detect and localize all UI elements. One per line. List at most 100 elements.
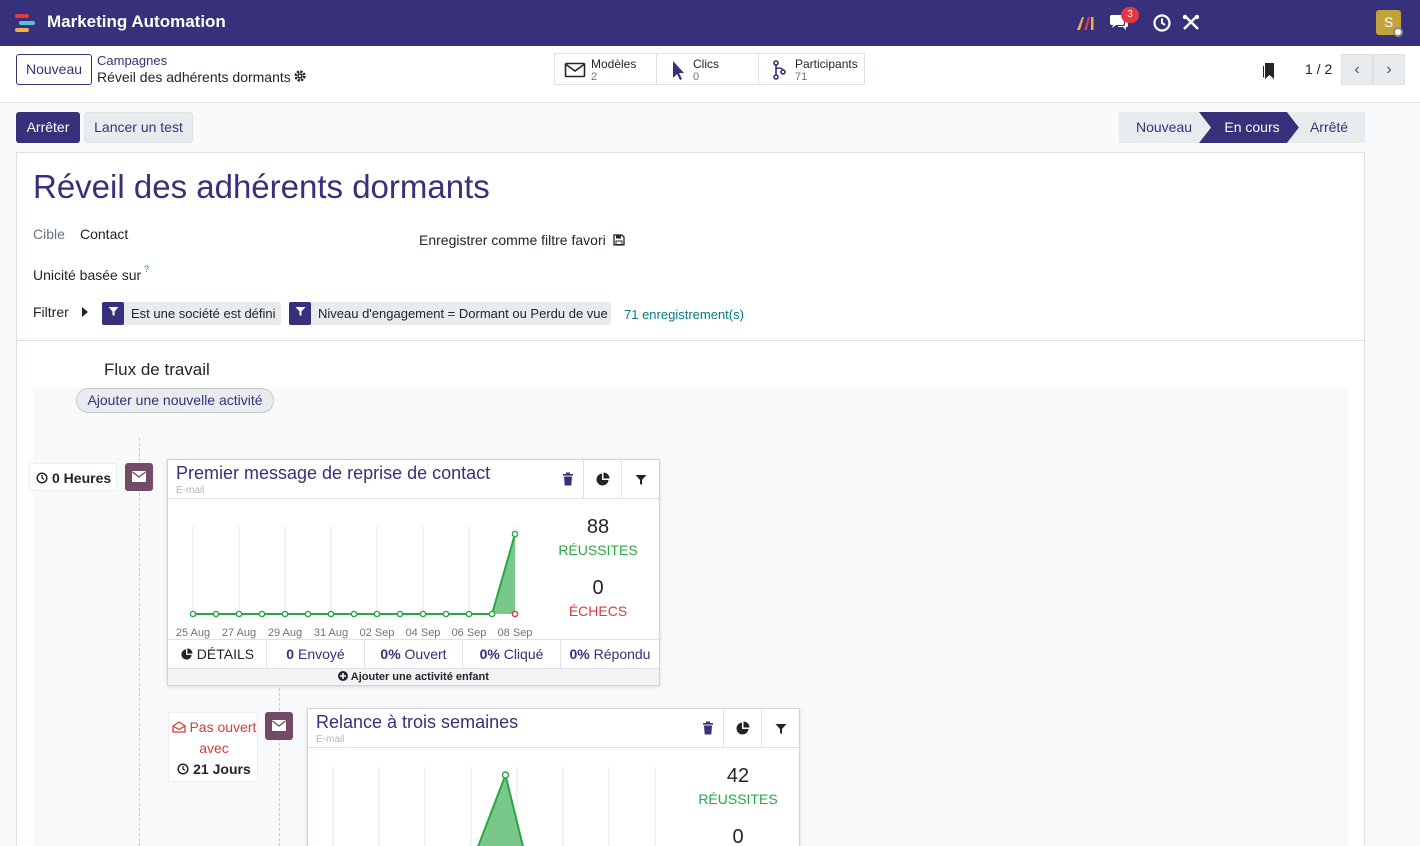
target-value[interactable]: Contact <box>80 226 128 242</box>
stop-button[interactable]: Arrêter <box>16 112 80 143</box>
success-label[interactable]: RÉUSSITES <box>548 542 648 558</box>
statistics-button[interactable] <box>723 709 761 748</box>
x-tick-label: 31 Aug <box>314 627 348 639</box>
data-point <box>373 610 381 618</box>
presence-indicator <box>1393 27 1403 37</box>
smart-button-label: Modèles <box>591 57 637 71</box>
success-label[interactable]: RÉUSSITES <box>688 791 788 807</box>
campaign-title[interactable]: Réveil des adhérents dormants <box>33 168 490 206</box>
smart-button-participants[interactable]: Participants 71 <box>758 53 865 85</box>
x-tick-label: 08 Sep <box>498 627 533 639</box>
activity-title[interactable]: Premier message de reprise de contact <box>176 463 490 484</box>
cursor-icon <box>673 61 684 80</box>
activity-card: Premier message de reprise de contact E-… <box>167 459 660 686</box>
stage-label-in-progress[interactable]: En cours <box>1209 112 1295 143</box>
statistics-button[interactable] <box>583 460 621 499</box>
floppy-disk-icon <box>612 234 625 246</box>
envelope-icon <box>564 62 586 78</box>
series-area <box>478 775 523 846</box>
metric-replied[interactable]: 0% Répondu <box>560 640 659 668</box>
app-title[interactable]: Marketing Automation <box>47 12 226 32</box>
activity-card-header: Relance à trois semaines E-mail <box>308 709 799 748</box>
pager-next-button[interactable]: › <box>1373 54 1405 85</box>
trigger-timing-value: 0 Heures <box>52 470 112 486</box>
data-point <box>281 610 289 618</box>
records-count-link[interactable]: 71 enregistrement(s) <box>624 307 744 322</box>
activity-card: Relance à trois semaines E-mail 42 RÉUSS… <box>307 708 800 846</box>
trigger-condition: Pas ouvert <box>189 719 257 735</box>
pie-chart-icon <box>596 472 610 486</box>
gear-icon[interactable] <box>293 69 307 83</box>
pager-value[interactable]: 1 / 2 <box>1305 61 1332 77</box>
envelope-open-icon <box>171 721 186 733</box>
filter-chip-engagement[interactable]: Niveau d'engagement = Dormant ou Perdu d… <box>289 302 611 325</box>
data-point <box>304 610 312 618</box>
tools-icon[interactable] <box>1180 12 1202 34</box>
failure-count: 0 <box>592 577 604 599</box>
save-favorite-filter-link[interactable]: Enregistrer comme filtre favori <box>419 232 625 248</box>
filter-chip-text: Est une société est défini <box>131 306 276 321</box>
add-new-activity-button[interactable]: Ajouter une nouvelle activité <box>76 388 274 413</box>
app-logo-icon[interactable] <box>14 12 38 34</box>
caret-right-icon[interactable] <box>82 307 88 317</box>
stage-label-stopped[interactable]: Arrêté <box>1297 112 1361 143</box>
breadcrumb-campaigns[interactable]: Campagnes <box>97 53 167 68</box>
x-tick-label: 02 Sep <box>360 627 395 639</box>
x-tick-label: 25 Aug <box>176 627 210 639</box>
activity-trigger-condition: Pas ouvert avec 21 Jours <box>168 712 258 782</box>
clock-icon <box>177 763 189 775</box>
smart-button-templates[interactable]: Modèles 2 <box>554 53 657 85</box>
failure-count: 0 <box>732 826 744 846</box>
x-tick-label: 06 Sep <box>452 627 487 639</box>
help-tooltip-icon[interactable]: ? <box>144 264 149 274</box>
metric-clicked[interactable]: 0% Cliqué <box>462 640 560 668</box>
save-favorite-filter-label: Enregistrer comme filtre favori <box>419 232 606 248</box>
failure-label[interactable]: ÉCHECS <box>548 603 648 619</box>
metric-opened[interactable]: 0% Ouvert <box>364 640 462 668</box>
activity-type: E-mail <box>176 485 205 496</box>
new-button[interactable]: Nouveau <box>16 54 92 85</box>
x-tick-label: 04 Sep <box>406 627 441 639</box>
target-label: Cible <box>33 226 65 242</box>
workflow-section-title: Flux de travail <box>104 360 210 379</box>
stage-label-new[interactable]: Nouveau <box>1119 112 1209 143</box>
activity-metrics-bar: DÉTAILS 0 Envoyé 0% Ouvert 0% Cliqué 0% … <box>168 639 659 668</box>
activity-chart <box>332 767 656 846</box>
data-point <box>258 610 266 618</box>
filter-button[interactable] <box>621 460 659 499</box>
data-point <box>396 610 404 618</box>
activity-title[interactable]: Relance à trois semaines <box>316 712 518 733</box>
data-point-failure <box>511 610 519 618</box>
pager-previous-button[interactable]: ‹ <box>1341 54 1373 85</box>
smart-button-clicks[interactable]: Clics 0 <box>656 53 759 85</box>
section-divider <box>17 340 1364 341</box>
ai-assistant-icon[interactable] <box>1074 12 1096 34</box>
activity-type: E-mail <box>316 734 345 745</box>
success-count: 88 <box>586 516 610 538</box>
trigger-connector: avec <box>199 740 229 756</box>
trash-icon[interactable] <box>702 721 714 735</box>
bookmark-icon[interactable] <box>1262 62 1276 80</box>
metric-sent[interactable]: 0 Envoyé <box>266 640 364 668</box>
filter-icon <box>102 302 124 325</box>
plus-circle-icon <box>338 671 349 681</box>
filter-button[interactable] <box>761 709 799 748</box>
pie-chart-icon <box>736 721 750 735</box>
smart-button-value: 0 <box>693 71 700 83</box>
breadcrumb-current-record: Réveil des adhérents dormants <box>97 69 291 85</box>
details-button[interactable]: DÉTAILS <box>168 640 266 668</box>
launch-test-button[interactable]: Lancer un test <box>84 112 193 143</box>
smart-button-label: Clics <box>693 57 719 71</box>
trigger-timing-value: 21 Jours <box>193 761 251 777</box>
add-child-activity-button[interactable]: Ajouter une activité enfant <box>168 668 659 685</box>
activity-trigger-timing: 0 Heures <box>29 463 117 491</box>
add-child-label: Ajouter une activité enfant <box>350 671 489 683</box>
filter-chip-is-company[interactable]: Est une société est défini <box>102 302 281 325</box>
series-area <box>193 534 515 614</box>
trash-icon[interactable] <box>562 472 574 486</box>
clock-icon[interactable] <box>1151 12 1173 34</box>
workflow-connector-line <box>139 438 140 846</box>
activity-card-header: Premier message de reprise de contact E-… <box>168 460 659 499</box>
email-activity-icon <box>265 712 293 740</box>
unicity-label: Unicité basée sur <box>33 267 142 283</box>
